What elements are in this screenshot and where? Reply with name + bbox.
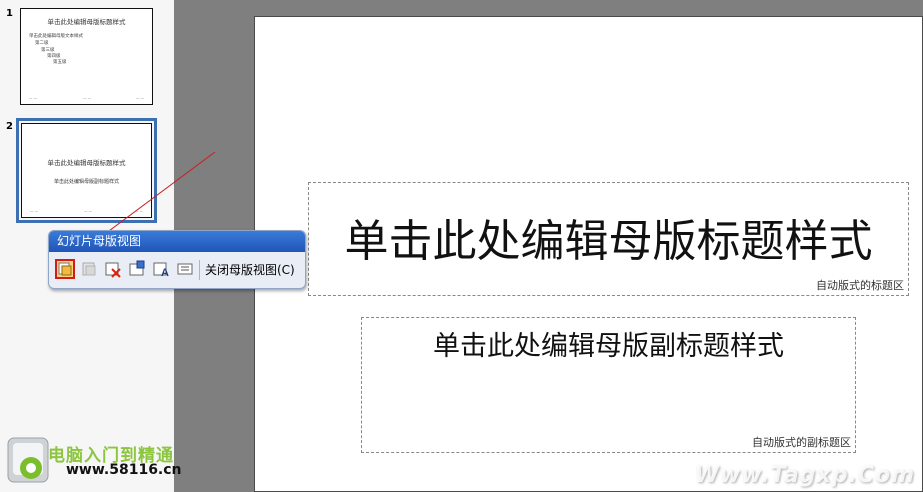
toolbar-separator [199, 260, 200, 280]
close-master-view-button[interactable]: 关闭母版视图(C) [205, 260, 295, 280]
insert-slide-master-icon[interactable] [55, 259, 75, 279]
rename-master-icon[interactable]: A [151, 259, 171, 279]
preserve-master-icon[interactable] [127, 259, 147, 279]
watermark-text: Www.Tagxp.Com [694, 463, 915, 488]
insert-title-master-icon[interactable] [79, 259, 99, 279]
toolbar-title[interactable]: 幻灯片母版视图 [49, 231, 305, 252]
svg-text:A: A [161, 267, 169, 279]
delete-master-icon[interactable] [103, 259, 123, 279]
master-layout-icon[interactable] [175, 259, 195, 279]
slide-master-view-toolbar[interactable]: 幻灯片母版视图 A 关闭母版视图(C) [48, 230, 306, 289]
logo-site-url: www.58116.cn [66, 462, 182, 478]
